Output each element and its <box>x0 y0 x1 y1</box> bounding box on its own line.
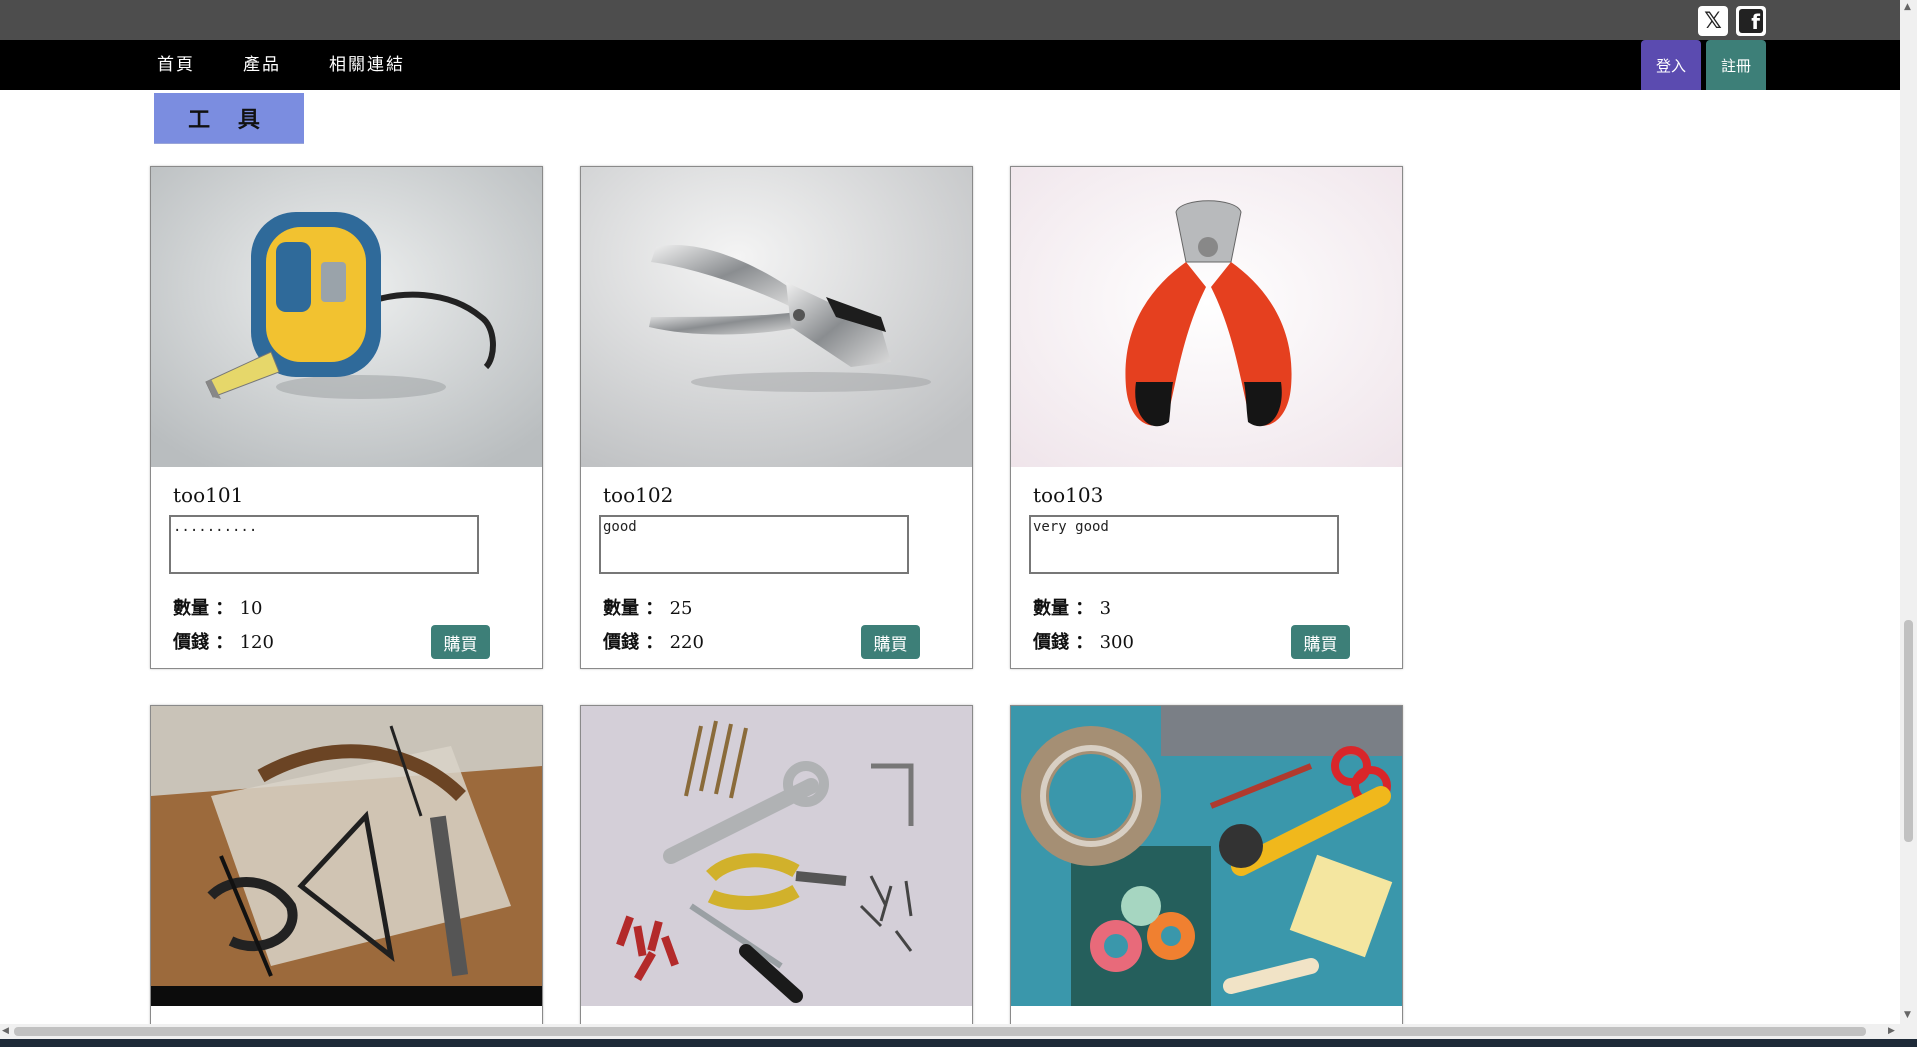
register-button[interactable]: 註冊 <box>1706 40 1766 90</box>
nav-home-link[interactable]: 首頁 <box>157 40 195 90</box>
horizontal-scroll-thumb[interactable] <box>14 1027 1866 1036</box>
product-card <box>150 705 543 1037</box>
vertical-scrollbar[interactable]: ▲ ▼ <box>1900 0 1917 1024</box>
social-bar: 𝕏 f <box>0 0 1917 40</box>
product-quantity: 數量 ： 10 <box>173 598 263 619</box>
login-button[interactable]: 登入 <box>1641 40 1701 90</box>
product-image-cutting-pliers <box>1011 167 1402 467</box>
buy-button[interactable]: 購買 <box>431 625 490 659</box>
vertical-scroll-thumb[interactable] <box>1904 620 1913 842</box>
product-card: too101 .......... 數量 ： 10 價錢 ： 120 購買 <box>150 166 543 669</box>
buy-button[interactable]: 購買 <box>861 625 920 659</box>
product-card <box>580 705 973 1037</box>
product-card: too102 good 數量 ： 25 價錢 ： 220 購買 <box>580 166 973 669</box>
facebook-icon[interactable]: f <box>1736 6 1766 36</box>
product-name: too103 <box>1033 483 1104 507</box>
product-price: 價錢 ： 120 <box>173 632 274 653</box>
product-image-tape-measure <box>151 167 542 467</box>
product-image-hand-tools <box>581 706 972 1006</box>
product-description-box[interactable]: good <box>599 515 909 574</box>
product-quantity: 數量 ： 3 <box>1033 598 1112 619</box>
os-taskbar <box>0 1039 1917 1047</box>
buy-button[interactable]: 購買 <box>1291 625 1350 659</box>
nav-related-links[interactable]: 相關連結 <box>329 40 405 90</box>
horizontal-scrollbar[interactable]: ◀ ▶ <box>0 1024 1917 1039</box>
product-quantity: 數量 ： 25 <box>603 598 693 619</box>
product-image-drafting-tools <box>151 706 542 1006</box>
product-description-box[interactable]: .......... <box>169 515 479 574</box>
scroll-down-icon[interactable]: ▼ <box>1904 1010 1911 1020</box>
x-twitter-icon[interactable]: 𝕏 <box>1698 6 1728 36</box>
scroll-right-icon[interactable]: ▶ <box>1888 1026 1895 1036</box>
product-name: too102 <box>603 483 674 507</box>
product-card: too103 very good 數量 ： 3 價錢 ： 300 購買 <box>1010 166 1403 669</box>
product-image-craft-supplies <box>1011 706 1402 1006</box>
product-image-hole-punch <box>581 167 972 467</box>
main-navbar: 首頁 產品 相關連結 登入 註冊 <box>0 40 1917 90</box>
nav-products-link[interactable]: 產品 <box>243 40 281 90</box>
product-description-box[interactable]: very good <box>1029 515 1339 574</box>
scroll-left-icon[interactable]: ◀ <box>2 1026 9 1036</box>
category-heading: 工 具 <box>154 93 304 144</box>
product-price: 價錢 ： 220 <box>603 632 704 653</box>
page: 𝕏 f 首頁 產品 相關連結 登入 註冊 工 具 too101 ........… <box>0 0 1917 1047</box>
product-name: too101 <box>173 483 244 507</box>
product-price: 價錢 ： 300 <box>1033 632 1134 653</box>
product-card <box>1010 705 1403 1037</box>
scroll-up-icon[interactable]: ▲ <box>1904 2 1911 12</box>
